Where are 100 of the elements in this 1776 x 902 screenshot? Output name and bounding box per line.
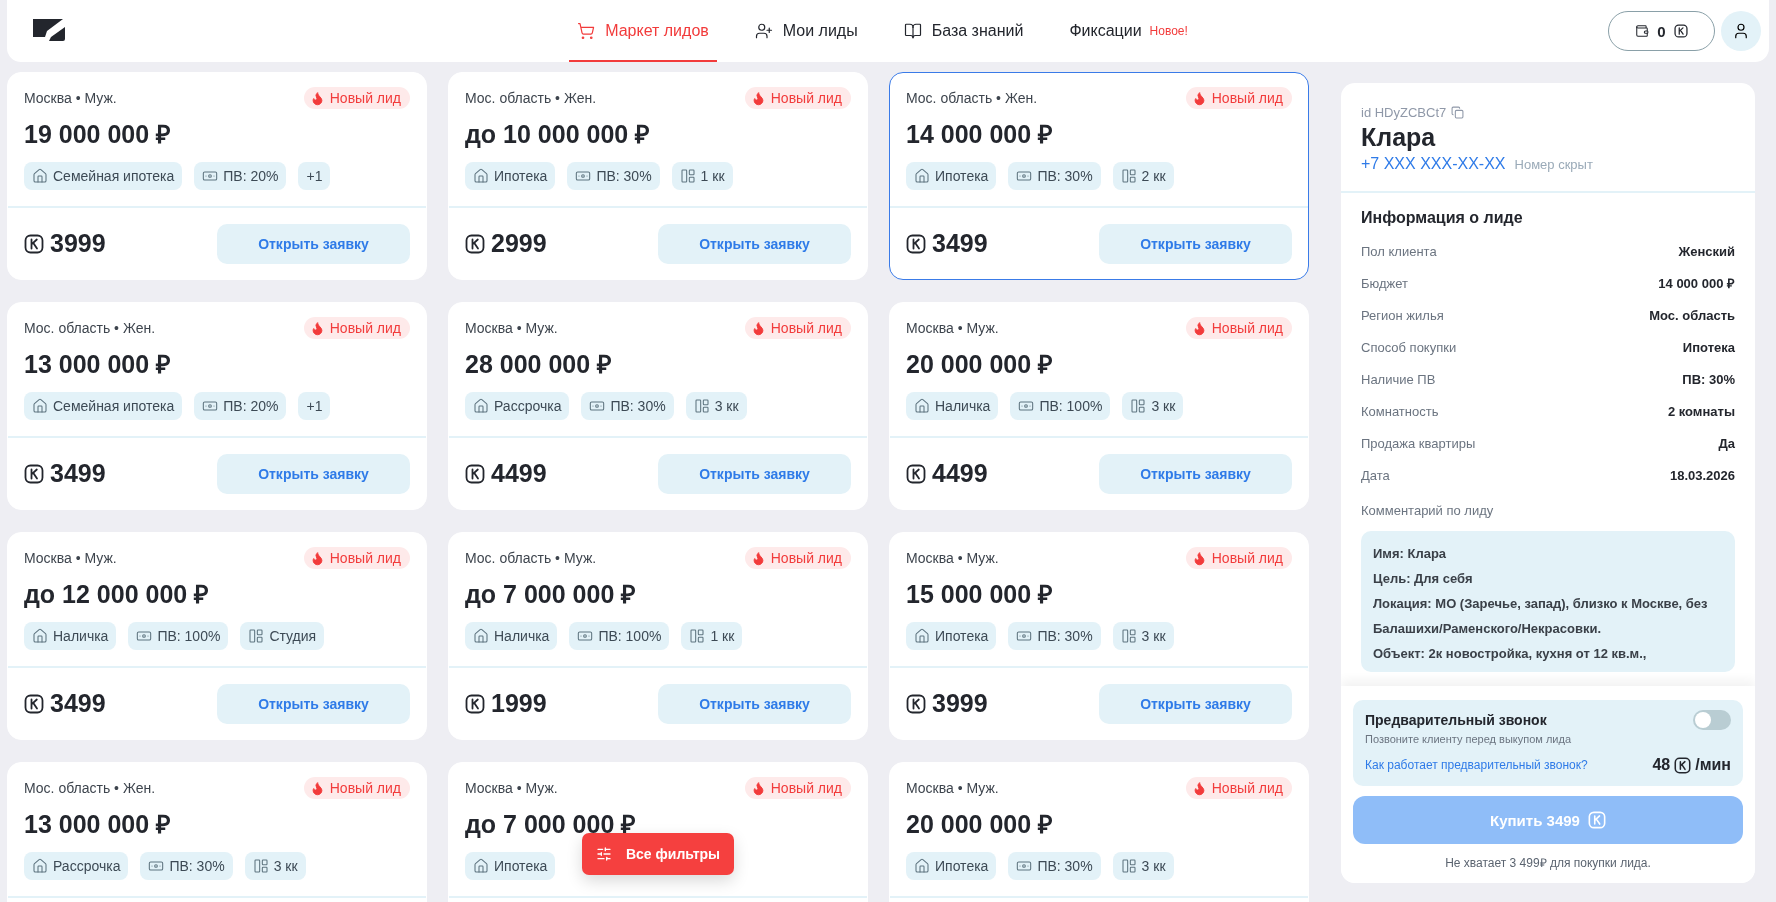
open-request-button[interactable]: Открыть заявку: [658, 453, 851, 494]
lead-card[interactable]: Москва • Муж. Новый лид 15 000 000 ₽ Ипотека ПВ: 30% 3 кк 3999 Открыть заявку: [889, 532, 1309, 740]
open-request-button[interactable]: Открыть заявку: [658, 683, 851, 724]
section-title: Информация о лиде: [1361, 209, 1524, 227]
lead-card[interactable]: Москва • Муж. Новый лид до 12 000 000 ₽ Наличка ПВ: 100% Студия 3499 Открыть заявку: [7, 532, 427, 740]
lead-tag: ПВ: 100%: [1010, 392, 1111, 420]
lead-card[interactable]: Мос. область • Жен. Новый лид до 10 000 000 ₽ Ипотека ПВ: 30% 1 кк 2999 Открыть заявку: [448, 72, 868, 280]
flame-icon: [309, 550, 325, 566]
info-value: 18.03.2026: [1669, 467, 1735, 483]
open-request-button[interactable]: Открыть заявку: [217, 223, 410, 264]
open-request-button[interactable]: Открыть заявку: [217, 683, 410, 724]
lead-location: Мос. область • Жен.: [24, 320, 156, 336]
new-label: Новое!: [1149, 24, 1188, 38]
open-request-button[interactable]: Открыть заявку: [217, 453, 410, 494]
lead-cost: 1999: [465, 689, 547, 718]
lead-card[interactable]: Мос. область • Жен. Новый лид 13 000 000 ₽ Рассрочка ПВ: 30% 3 кк: [7, 762, 427, 902]
flame-icon: [750, 780, 766, 796]
phone-number: +7 XXX XXX-XX-XX: [1361, 155, 1506, 173]
banknote-icon: [1016, 858, 1033, 874]
lead-tag: Семейная ипотека: [24, 162, 183, 190]
lead-card[interactable]: Мос. область • Муж. Новый лид до 7 000 000 ₽ Наличка ПВ: 100% 1 кк 1999 Открыть заявку: [448, 532, 868, 740]
lead-tag: Ипотека: [465, 852, 556, 880]
new-lead-badge: Новый лид: [744, 87, 851, 109]
banknote-icon: [202, 398, 219, 414]
coin-icon: [24, 233, 44, 254]
lead-tag: 3 кк: [1112, 622, 1174, 650]
new-lead-badge: Новый лид: [303, 547, 410, 569]
house-icon: [32, 628, 48, 644]
info-label: Комнатность: [1361, 403, 1439, 419]
info-value: ПВ: 30%: [1682, 371, 1735, 387]
comment-line: Имя: Клара: [1373, 545, 1448, 563]
precall-help-link[interactable]: Как работает предварительный звонок?: [1365, 758, 1588, 772]
lead-tag: ПВ: 20%: [194, 162, 287, 190]
floor-plan-icon: [1120, 168, 1137, 184]
floor-plan-icon: [1120, 858, 1137, 874]
banknote-icon: [589, 398, 606, 414]
lead-name: Клара: [1361, 123, 1437, 152]
floor-plan-icon: [1120, 628, 1137, 644]
lead-cost: 3999: [906, 689, 988, 718]
flame-icon: [750, 320, 766, 336]
lead-tag: ПВ: 30%: [567, 162, 660, 190]
lead-cost: 2999: [465, 229, 547, 258]
lead-card[interactable]: Москва • Муж. Новый лид 20 000 000 ₽ Наличка ПВ: 100% 3 кк 4499 Открыть заявку: [889, 302, 1309, 510]
nav-tab[interactable]: Маркет лидов: [569, 0, 717, 62]
lead-card[interactable]: Москва • Муж. Новый лид 28 000 000 ₽ Рассрочка ПВ: 30% 3 кк 4499 Открыть заявку: [448, 302, 868, 510]
all-filters-button[interactable]: Все фильтры: [582, 833, 734, 875]
lead-card[interactable]: Москва • Муж. Новый лид 19 000 000 ₽ Семейная ипотека ПВ: 20% +1 3999 Открыть заявку: [7, 72, 427, 280]
floor-plan-icon: [679, 168, 696, 184]
copy-icon[interactable]: [1451, 106, 1465, 119]
nav-tab[interactable]: Фиксации Новое!: [1061, 0, 1196, 62]
open-request-button[interactable]: Открыть заявку: [1099, 683, 1292, 724]
info-label: Наличие ПВ: [1361, 371, 1436, 387]
lead-tag: 2 кк: [1112, 162, 1174, 190]
house-icon: [914, 168, 930, 184]
coin-icon: [906, 463, 926, 484]
open-request-button[interactable]: Открыть заявку: [658, 223, 851, 264]
lead-tag: 1 кк: [671, 162, 733, 190]
precall-toggle[interactable]: [1693, 710, 1731, 730]
coin-icon: [1587, 811, 1606, 829]
lead-price: 28 000 000 ₽: [465, 349, 614, 380]
wallet-button[interactable]: 0: [1608, 11, 1715, 51]
lead-cost: 3499: [906, 229, 988, 258]
floor-plan-icon: [689, 628, 706, 644]
open-request-button[interactable]: Открыть заявку: [1099, 453, 1292, 494]
new-lead-badge: Новый лид: [744, 777, 851, 799]
lead-tag: Наличка: [24, 622, 117, 650]
info-label: Дата: [1361, 467, 1390, 483]
banknote-icon: [1016, 628, 1033, 644]
new-lead-badge: Новый лид: [1185, 777, 1292, 799]
coin-icon: [465, 463, 485, 484]
lead-location: Москва • Муж.: [906, 320, 999, 336]
coin-icon: [1674, 756, 1692, 774]
coin-icon: [906, 233, 926, 254]
info-value: Женский: [1678, 243, 1735, 259]
lead-cost: 4499: [906, 459, 988, 488]
info-value: Ипотека: [1682, 339, 1735, 355]
flame-icon: [309, 90, 325, 106]
lead-tag: ПВ: 30%: [1008, 162, 1101, 190]
lead-tag: ПВ: 20%: [194, 392, 287, 420]
lead-card[interactable]: Мос. область • Жен. Новый лид 13 000 000 ₽ Семейная ипотека ПВ: 20% +1 3499 Открыть заявку: [7, 302, 427, 510]
floor-plan-icon: [248, 628, 265, 644]
floor-plan-icon: [693, 398, 710, 414]
new-lead-badge: Новый лид: [1185, 547, 1292, 569]
lead-card[interactable]: Мос. область • Жен. Новый лид 14 000 000 ₽ Ипотека ПВ: 30% 2 кк 3499 Открыть заявку: [889, 72, 1309, 280]
lead-price: 15 000 000 ₽: [906, 579, 1055, 610]
lead-price: 20 000 000 ₽: [906, 809, 1055, 840]
lead-tag: 3 кк: [1112, 852, 1174, 880]
info-value: Да: [1718, 435, 1735, 451]
lead-cost: 3499: [24, 459, 106, 488]
cart-icon: [577, 22, 596, 40]
wallet-icon: [1635, 24, 1650, 38]
nav-tab[interactable]: База знаний: [895, 0, 1032, 62]
info-value: 2 комнаты: [1667, 403, 1735, 419]
add-user-icon: [754, 22, 773, 40]
open-request-button[interactable]: Открыть заявку: [1099, 223, 1292, 264]
nav-tab[interactable]: Мои лиды: [746, 0, 866, 62]
logo[interactable]: [33, 19, 67, 43]
house-icon: [473, 168, 489, 184]
profile-button[interactable]: [1721, 11, 1761, 51]
lead-card[interactable]: Москва • Муж. Новый лид 20 000 000 ₽ Ипотека ПВ: 30% 3 кк: [889, 762, 1309, 902]
